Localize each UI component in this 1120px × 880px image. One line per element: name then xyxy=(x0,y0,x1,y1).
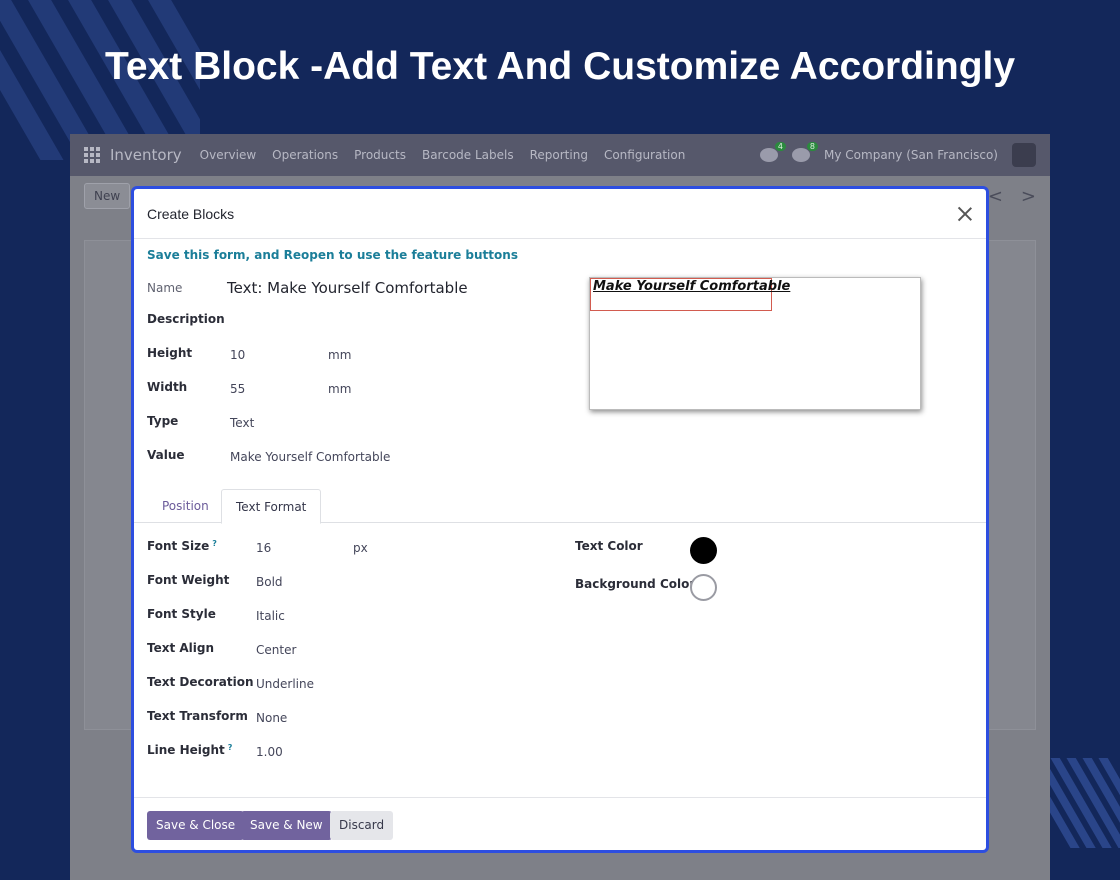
background-color-label: Background Color xyxy=(575,577,696,591)
height-field[interactable]: 10 xyxy=(230,348,245,362)
app-navbar: Inventory Overview Operations Products B… xyxy=(70,134,1050,176)
menu-overview[interactable]: Overview xyxy=(200,148,257,162)
line-height-help-icon[interactable]: ? xyxy=(228,743,233,752)
tab-position[interactable]: Position xyxy=(148,489,223,523)
description-label: Description xyxy=(147,312,225,326)
format-tabs: Position Text Format xyxy=(134,489,986,524)
app-grid-icon[interactable] xyxy=(84,147,100,163)
dialog-header: Create Blocks xyxy=(134,189,986,239)
line-height-label-text: Line Height xyxy=(147,743,225,757)
menu-barcode-labels[interactable]: Barcode Labels xyxy=(422,148,514,162)
text-transform-select[interactable]: None xyxy=(256,711,287,725)
activities-icon[interactable]: 8 xyxy=(792,142,819,162)
type-label: Type xyxy=(147,414,179,428)
dialog-footer: Save & Close Save & New Discard xyxy=(134,797,986,850)
save-new-button[interactable]: Save & New xyxy=(241,811,332,840)
font-style-label: Font Style xyxy=(147,607,216,621)
menu-operations[interactable]: Operations xyxy=(272,148,338,162)
width-unit: mm xyxy=(328,382,352,396)
decorative-stripes-bottom-right xyxy=(1048,758,1120,848)
text-align-label: Text Align xyxy=(147,641,215,655)
pager: < > xyxy=(988,186,1036,207)
text-transform-label: Text Transform xyxy=(147,709,248,723)
user-avatar[interactable] xyxy=(1012,143,1036,167)
page-headline: Text Block -Add Text And Customize Accor… xyxy=(104,45,1016,88)
pager-next-icon[interactable]: > xyxy=(1021,186,1036,207)
line-height-label: Line Height? xyxy=(147,743,232,757)
font-size-help-icon[interactable]: ? xyxy=(212,539,217,548)
pager-prev-icon[interactable]: < xyxy=(988,186,1003,207)
dialog-title: Create Blocks xyxy=(147,205,235,222)
messages-badge: 4 xyxy=(774,142,787,151)
font-weight-select[interactable]: Bold xyxy=(256,575,283,589)
preview-text: Make Yourself Comfortable xyxy=(593,279,791,294)
width-field[interactable]: 55 xyxy=(230,382,245,396)
value-label: Value xyxy=(147,448,185,462)
menu-reporting[interactable]: Reporting xyxy=(530,148,588,162)
font-weight-label: Font Weight xyxy=(147,573,230,587)
text-decoration-select[interactable]: Underline xyxy=(256,677,314,691)
value-field[interactable]: Make Yourself Comfortable xyxy=(230,450,390,464)
height-label: Height xyxy=(147,346,193,360)
text-decoration-label: Text Decoration xyxy=(147,675,254,689)
font-size-unit: px xyxy=(353,541,368,555)
menu-products[interactable]: Products xyxy=(354,148,406,162)
messages-icon[interactable]: 4 xyxy=(760,142,787,162)
tab-text-format[interactable]: Text Format xyxy=(221,489,322,524)
save-notice: Save this form, and Reopen to use the fe… xyxy=(147,248,518,262)
new-button[interactable]: New xyxy=(84,183,131,209)
save-close-button[interactable]: Save & Close xyxy=(147,811,245,840)
menu-configuration[interactable]: Configuration xyxy=(604,148,685,162)
width-label: Width xyxy=(147,380,188,394)
line-height-field[interactable]: 1.00 xyxy=(256,745,283,759)
close-icon[interactable] xyxy=(956,205,974,223)
name-field[interactable]: Text: Make Yourself Comfortable xyxy=(227,279,468,297)
font-style-select[interactable]: Italic xyxy=(256,609,285,623)
text-color-swatch[interactable] xyxy=(690,537,717,564)
discard-button[interactable]: Discard xyxy=(330,811,394,840)
name-label: Name xyxy=(147,281,183,295)
create-blocks-dialog: Create Blocks Save this form, and Reopen… xyxy=(131,186,989,853)
font-size-label-text: Font Size xyxy=(147,539,210,553)
background-color-swatch[interactable] xyxy=(690,574,717,601)
activities-badge: 8 xyxy=(806,142,819,151)
company-switcher[interactable]: My Company (San Francisco) xyxy=(824,148,998,162)
height-unit: mm xyxy=(328,348,352,362)
font-size-field[interactable]: 16 xyxy=(256,541,271,555)
label-preview-canvas: Make Yourself Comfortable xyxy=(589,277,921,410)
text-align-select[interactable]: Center xyxy=(256,643,296,657)
text-color-label: Text Color xyxy=(575,539,643,553)
app-brand[interactable]: Inventory xyxy=(110,146,182,164)
preview-text-block[interactable]: Make Yourself Comfortable xyxy=(590,278,790,311)
type-field[interactable]: Text xyxy=(230,416,254,430)
font-size-label: Font Size? xyxy=(147,539,217,553)
